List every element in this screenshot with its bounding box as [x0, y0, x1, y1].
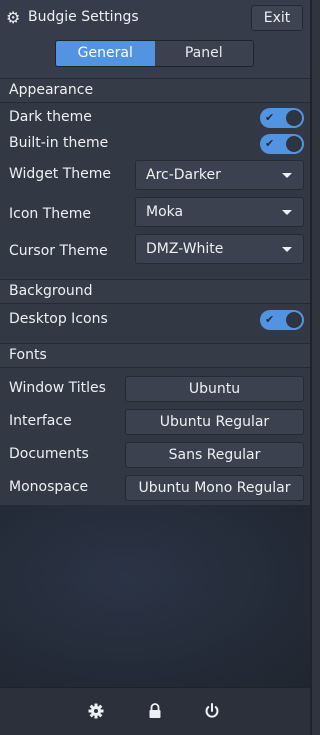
switch-knob — [286, 136, 302, 152]
window-titles-label: Window Titles — [9, 380, 106, 396]
documents-label: Documents — [9, 446, 89, 462]
monospace-label: Monospace — [9, 479, 89, 495]
desktop-icons-label: Desktop Icons — [9, 311, 108, 327]
appearance-heading: Appearance — [0, 78, 310, 103]
exit-button[interactable]: Exit — [251, 5, 303, 31]
background-art — [0, 505, 310, 687]
check-icon: ✔ — [265, 313, 275, 326]
lock-icon[interactable] — [146, 702, 164, 720]
icon-theme-dropdown[interactable]: Moka — [135, 197, 304, 227]
gear-icon: ⚙ — [6, 8, 21, 27]
chevron-down-icon — [282, 210, 292, 215]
monospace-font-button[interactable]: Ubuntu Mono Regular — [125, 475, 304, 501]
builtin-theme-switch[interactable]: ✔ — [260, 134, 304, 154]
footer-bar — [0, 687, 310, 735]
budgie-settings-panel: ⚙ Budgie Settings Exit General Panel App… — [0, 0, 312, 735]
widget-theme-value: Arc-Darker — [146, 167, 221, 183]
switch-knob — [286, 110, 302, 126]
interface-font-button[interactable]: Ubuntu Regular — [125, 409, 304, 435]
widget-theme-label: Widget Theme — [9, 166, 112, 182]
builtin-theme-label: Built-in theme — [9, 135, 109, 151]
check-icon: ✔ — [265, 111, 275, 124]
background-heading: Background — [0, 279, 310, 304]
widget-theme-dropdown[interactable]: Arc-Darker — [135, 160, 304, 190]
settings-icon[interactable] — [87, 702, 105, 720]
check-icon: ✔ — [265, 137, 275, 150]
cursor-theme-label: Cursor Theme — [9, 243, 108, 259]
power-icon[interactable] — [203, 702, 221, 720]
icon-theme-value: Moka — [146, 204, 184, 220]
window-titles-font-button[interactable]: Ubuntu — [125, 376, 304, 402]
dark-theme-label: Dark theme — [9, 109, 92, 125]
tab-general[interactable]: General — [56, 41, 155, 66]
tab-panel[interactable]: Panel — [154, 41, 253, 66]
dark-theme-switch[interactable]: ✔ — [260, 108, 304, 128]
tab-bar: General Panel — [55, 40, 254, 67]
cursor-theme-dropdown[interactable]: DMZ-White — [135, 234, 304, 264]
icon-theme-label: Icon Theme — [9, 206, 92, 222]
interface-label: Interface — [9, 413, 72, 429]
window-title: Budgie Settings — [28, 9, 139, 25]
chevron-down-icon — [282, 173, 292, 178]
desktop-icons-switch[interactable]: ✔ — [260, 310, 304, 330]
documents-font-button[interactable]: Sans Regular — [125, 442, 304, 468]
cursor-theme-value: DMZ-White — [146, 241, 224, 257]
switch-knob — [286, 312, 302, 328]
fonts-heading: Fonts — [0, 343, 310, 368]
header: ⚙ Budgie Settings Exit General Panel — [0, 0, 310, 78]
chevron-down-icon — [282, 247, 292, 252]
